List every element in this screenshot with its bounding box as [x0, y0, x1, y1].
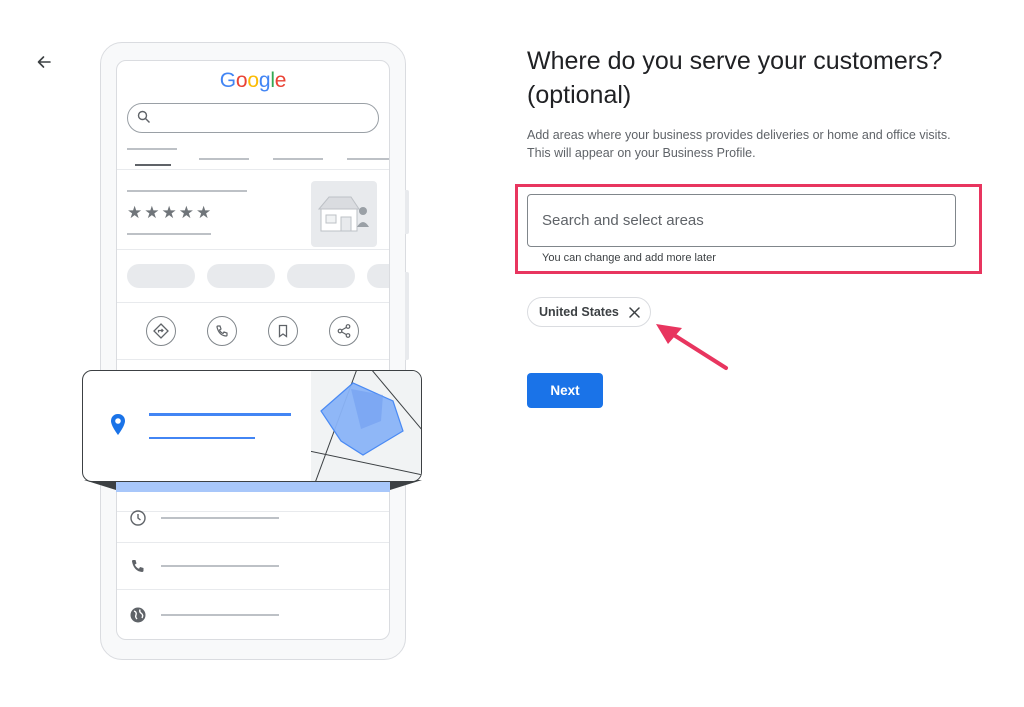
service-area-card — [82, 370, 422, 482]
google-logo: Google — [219, 69, 287, 92]
page-description: Add areas where your business provides d… — [527, 128, 951, 160]
service-area-search-input[interactable] — [528, 195, 955, 246]
close-icon[interactable] — [628, 306, 641, 319]
area-chip-united-states[interactable]: United States — [527, 297, 651, 327]
service-area-map — [308, 371, 421, 481]
phone-screen: Google ★★★★★ — [116, 60, 390, 640]
phone-icon — [129, 557, 147, 575]
globe-icon — [129, 606, 147, 624]
back-button[interactable] — [34, 52, 54, 72]
arrow-left-icon — [37, 56, 51, 68]
area-chip-label: United States — [539, 305, 619, 319]
search-icon — [137, 110, 150, 123]
business-profile-illustration: Google ★★★★★ — [80, 40, 426, 662]
illustration-search-bar — [127, 103, 379, 133]
clock-icon — [129, 509, 147, 527]
next-button[interactable]: Next — [527, 373, 603, 408]
storefront-thumbnail — [311, 181, 377, 247]
phone-icon — [207, 316, 237, 346]
share-icon — [329, 316, 359, 346]
rating-stars: ★★★★★ — [127, 203, 214, 222]
page-title: Where do you serve your customers? (opti… — [527, 47, 943, 109]
annotation-arrow-icon — [656, 324, 728, 370]
location-pin-icon — [111, 414, 125, 435]
directions-icon — [146, 316, 176, 346]
search-helper-text: You can change and add more later — [542, 252, 716, 264]
service-area-search-field[interactable] — [527, 194, 956, 247]
bookmark-icon — [268, 316, 298, 346]
